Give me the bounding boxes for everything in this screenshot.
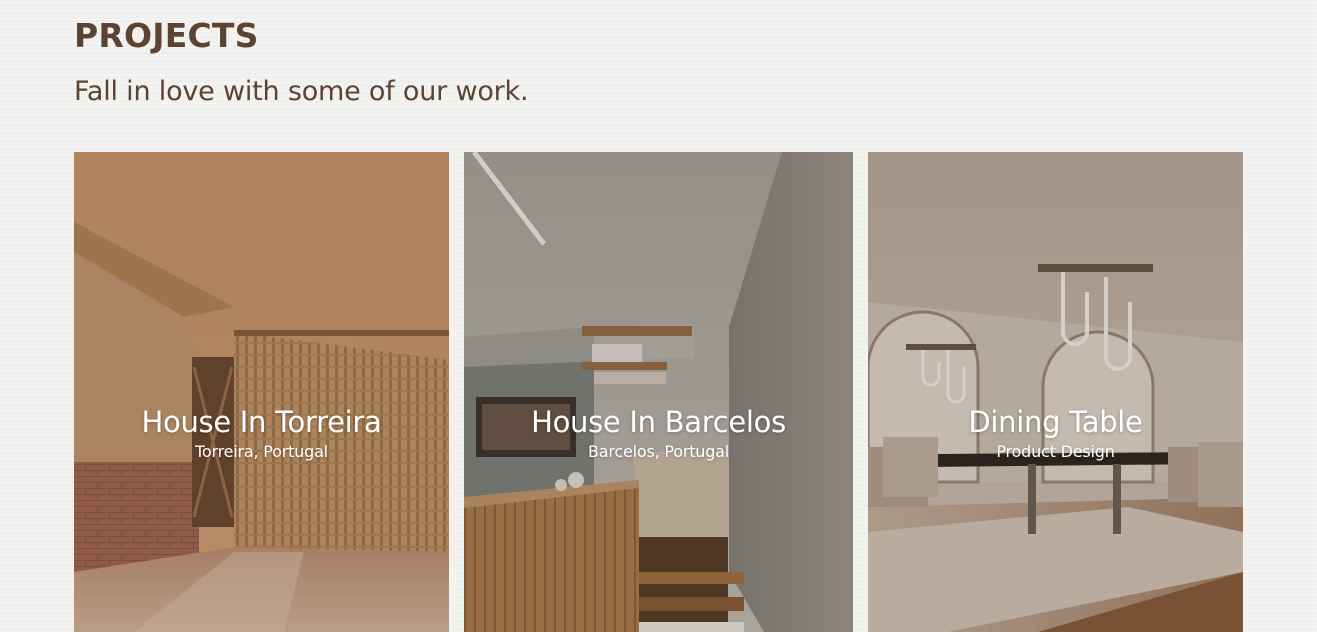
card-overlay (464, 152, 853, 632)
project-card-house-in-barcelos[interactable]: House In Barcelos Barcelos, Portugal (464, 152, 853, 632)
project-title[interactable]: House In Barcelos (464, 404, 853, 440)
project-location: Barcelos, Portugal (587, 442, 730, 461)
project-card-dining-table[interactable]: Dining Table Product Design (868, 152, 1243, 632)
project-category: Product Design (996, 442, 1115, 461)
project-title[interactable]: Dining Table (868, 404, 1243, 440)
project-card-house-in-torreira[interactable]: House In Torreira Torreira, Portugal (74, 152, 449, 632)
project-caption: Dining Table Product Design (868, 404, 1243, 462)
project-title[interactable]: House In Torreira (74, 404, 449, 440)
section-title: PROJECTS (74, 16, 259, 55)
card-overlay (74, 152, 449, 632)
project-caption: House In Torreira Torreira, Portugal (74, 404, 449, 462)
project-caption: House In Barcelos Barcelos, Portugal (464, 404, 853, 462)
card-overlay (868, 152, 1243, 632)
section-subtitle: Fall in love with some of our work. (74, 76, 529, 107)
project-location: Torreira, Portugal (195, 442, 328, 461)
